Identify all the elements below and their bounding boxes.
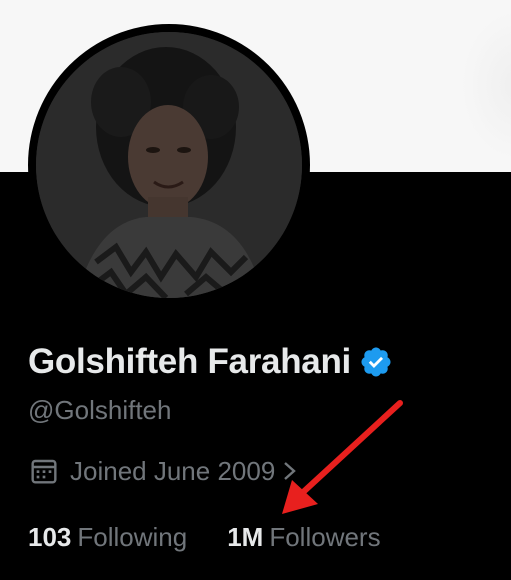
profile-handle: @Golshifteh — [28, 395, 172, 425]
joined-date-text: Joined June 2009 — [70, 455, 276, 486]
follow-stats-row: 103 Following 1M Followers — [28, 522, 381, 553]
verified-badge-icon[interactable] — [359, 345, 393, 379]
followers-count: 1M — [227, 522, 264, 552]
calendar-icon — [28, 455, 60, 487]
chevron-right-icon[interactable] — [279, 458, 301, 484]
profile-name-row: Golshifteh Farahani — [28, 340, 393, 384]
joined-date-row: Joined June 2009 — [28, 455, 301, 487]
following-count: 103 — [28, 522, 72, 552]
avatar-photo — [36, 32, 302, 298]
followers-link[interactable]: 1M Followers — [227, 522, 380, 553]
profile-display-name: Golshifteh Farahani — [28, 342, 351, 381]
following-link[interactable]: 103 Following — [28, 522, 187, 553]
profile-avatar[interactable] — [28, 24, 310, 306]
profile-page: Golshifteh Farahani @Golshifteh Joined J… — [0, 0, 511, 580]
banner-image-edge — [461, 10, 511, 160]
avatar-portrait-image — [36, 32, 302, 298]
following-label: Following — [77, 522, 188, 552]
followers-label: Followers — [269, 522, 381, 552]
